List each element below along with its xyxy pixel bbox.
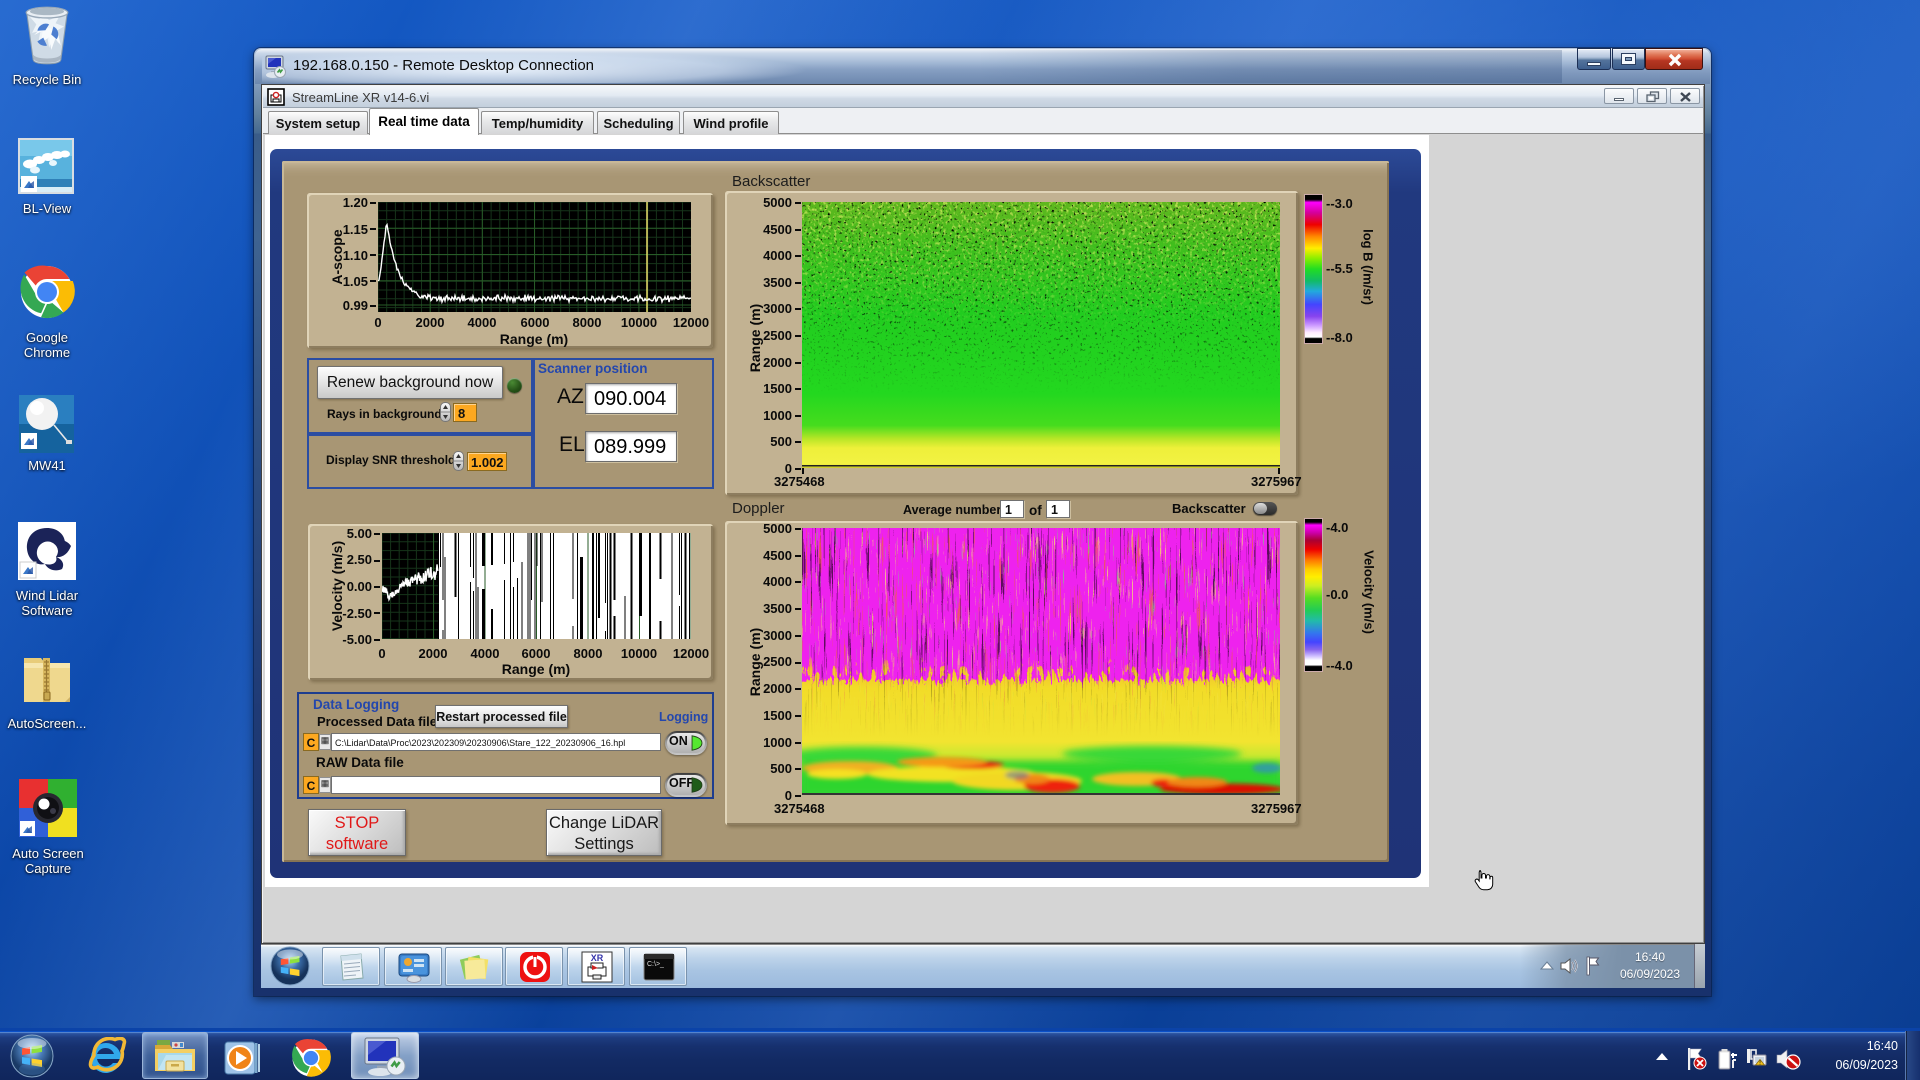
svg-text:C:\>_: C:\>_ bbox=[647, 961, 664, 968]
svg-text:XR: XR bbox=[591, 953, 604, 963]
svg-text:!: ! bbox=[1759, 1061, 1761, 1067]
